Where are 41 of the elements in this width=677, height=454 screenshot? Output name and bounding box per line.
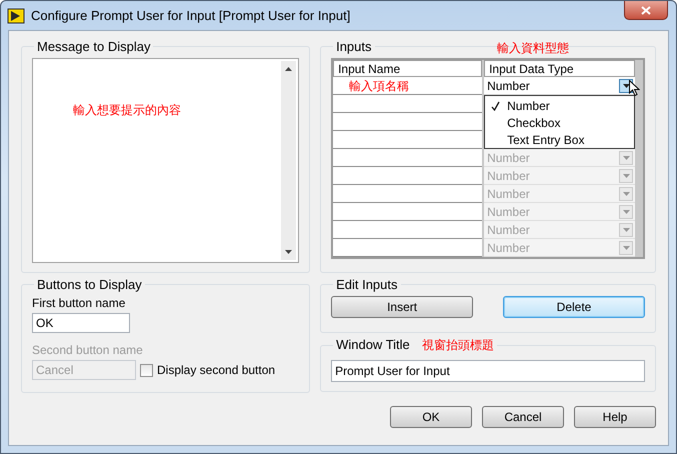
scroll-down-icon[interactable] [285, 250, 292, 254]
menu-item[interactable]: Number [485, 97, 634, 114]
dropdown-arrow-icon [622, 192, 630, 196]
group-title: Message to Display [36, 39, 152, 54]
annotation-text: 視窗抬頭標題 [422, 337, 494, 354]
dialog-button[interactable]: Help [574, 406, 656, 428]
scroll-up-icon[interactable] [285, 67, 292, 71]
checkbox[interactable] [140, 364, 153, 376]
field-label: Second button name [32, 343, 144, 357]
close-button[interactable] [624, 1, 668, 20]
window-title-field[interactable]: Prompt User for Input [331, 360, 645, 382]
edit-button[interactable]: Delete [503, 296, 645, 318]
close-icon [641, 6, 651, 14]
field-label: First button name [32, 296, 126, 310]
checkbox-label[interactable]: Display second button [157, 363, 276, 377]
menu-item[interactable]: Checkbox [485, 114, 634, 131]
window-title: Configure Prompt User for Input [Prompt User for Input] [31, 8, 350, 23]
dropdown-arrow-icon [622, 228, 630, 232]
dialog-button[interactable]: Cancel [482, 406, 564, 428]
column-header: Input Name [333, 60, 482, 77]
dropdown-arrow-icon [622, 156, 630, 160]
app-icon [7, 8, 25, 24]
menu-item[interactable]: Text Entry Box [485, 131, 634, 148]
dropdown-arrow-icon [622, 174, 630, 178]
annotation-text: 輸入項名稱 [349, 78, 410, 95]
annotation-text: 輸入想要提示的內容 [73, 102, 181, 119]
group-title: Window Title [336, 337, 410, 352]
group-title: Buttons to Display [36, 277, 143, 292]
name-cell[interactable]: 輸入項名稱 [333, 77, 482, 95]
edit-button[interactable]: Insert [331, 296, 474, 318]
dropdown-arrow-icon [622, 84, 630, 88]
first-button-field[interactable]: OK [32, 313, 130, 333]
check-icon [491, 100, 500, 110]
dialog-button[interactable]: OK [390, 406, 472, 428]
column-header: Input Data Type [484, 60, 636, 77]
group-title: Inputs [335, 39, 372, 54]
annotation-text: 輸入資料型態 [497, 40, 570, 57]
dropdown-arrow-icon [622, 246, 630, 250]
message-field[interactable]: 輸入想要提示的內容 [32, 58, 300, 263]
dropdown-arrow-icon [622, 210, 630, 214]
group-title: Edit Inputs [335, 277, 399, 292]
